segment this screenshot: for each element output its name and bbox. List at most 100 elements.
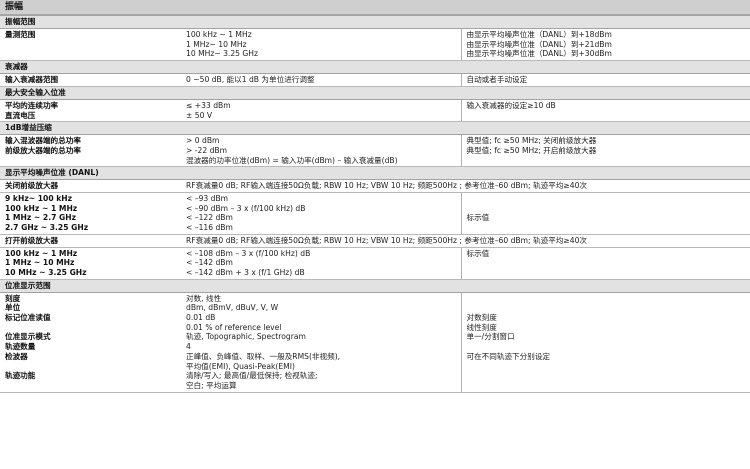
- label-line: 关闭前级放大器: [5, 181, 59, 191]
- value-line: < –116 dBm: [186, 223, 233, 233]
- section-header-amplitude-range: 振幅范围: [0, 15, 750, 29]
- table-row: 量测范围 100 kHz ~ 1 MHz 1 MHz~ 10 MHz 10 MH…: [0, 28, 750, 62]
- condition-line: RF衰减量0 dB; RF输入端连接50Ω负载; RBW 10 Hz; VBW …: [186, 235, 587, 245]
- label-line: 1 MHz ~ 10 MHz: [5, 258, 75, 268]
- value-line: < –142 dBm: [186, 258, 233, 268]
- value-line: 0 ~50 dB, 能以1 dB 为单位进行调整: [186, 75, 315, 85]
- value-line: 10 MHz~ 3.25 GHz: [186, 49, 259, 59]
- row-value: 100 kHz ~ 1 MHz 1 MHz~ 10 MHz 10 MHz~ 3.…: [181, 28, 462, 62]
- row-note: 对数刻度 线性刻度 单一/分割窗口 可在不同轨迹下分别设定: [461, 292, 750, 393]
- note-line: 标示值: [466, 213, 490, 223]
- note-line: 可在不同轨迹下分别设定: [466, 351, 551, 361]
- section-header-1db-compression: 1dB增益压缩: [0, 121, 750, 136]
- value-line: 对数, 线性: [186, 293, 222, 303]
- note-line: 典型值; fc ≥50 MHz; 开启前级放大器: [466, 145, 597, 155]
- section-title: 最大安全输入位准: [0, 85, 750, 100]
- row-value: < –93 dBm < –90 dBm – 3 x (f/100 kHz) dB…: [181, 192, 462, 235]
- spec-sheet: 振幅 振幅范围 量测范围 100 kHz ~ 1 MHz 1 MHz~ 10 M…: [0, 0, 750, 469]
- value-line: < –93 dBm: [186, 194, 229, 204]
- label-line: 标记位准读值: [5, 313, 51, 323]
- value-line: ± 50 V: [186, 110, 213, 120]
- note-line: [467, 294, 747, 304]
- note-line: 标示值: [466, 248, 490, 258]
- label-line: 刻度: [5, 293, 21, 303]
- label-line: 检波器: [5, 351, 28, 361]
- row-note: 自动或者手动设定: [461, 73, 750, 87]
- row-value: < –108 dBm – 3 x (f/100 kHz) dB < –142 d…: [181, 247, 462, 280]
- table-row: 刻度 单位 标记位准读值 位准显示模式 轨迹数量 检波器 轨迹功能 对数, 线性…: [0, 292, 750, 393]
- section-title: 位准显示范围: [0, 278, 750, 293]
- row-label: 输入衰减器范围: [0, 73, 181, 87]
- label-line: 100 kHz ~ 1 MHz: [5, 248, 78, 258]
- section-header-attenuator: 衰减器: [0, 60, 750, 75]
- value-line: > 0 dBm: [186, 136, 220, 146]
- note-line: 对数刻度: [466, 313, 497, 323]
- value-line: 0.01 % of reference level: [186, 322, 282, 332]
- row-label: 刻度 单位 标记位准读值 位准显示模式 轨迹数量 检波器 轨迹功能: [0, 292, 181, 393]
- note-line: [467, 342, 747, 352]
- label-line: [5, 323, 177, 333]
- label-line: [5, 381, 177, 391]
- value-line: < –108 dBm – 3 x (f/100 kHz) dB: [186, 248, 311, 258]
- label-line: 9 kHz~ 100 kHz: [5, 194, 73, 204]
- table-row: 平均的连续功率 直流电压 ≤ +33 dBm ± 50 V 输入衰减器的设定≥1…: [0, 99, 750, 123]
- value-line: 1 MHz~ 10 MHz: [186, 39, 247, 49]
- row-value: 0 ~50 dB, 能以1 dB 为单位进行调整: [181, 73, 462, 87]
- row-note: 输入衰减器的设定≥10 dB: [461, 99, 750, 123]
- value-line: 清除/写入; 最高值/最低保持; 检视轨迹;: [186, 371, 318, 381]
- table-row: 100 kHz ~ 1 MHz 1 MHz ~ 10 MHz 10 MHz ~ …: [0, 247, 750, 280]
- label-line: 打开前级放大器: [5, 235, 59, 245]
- value-line: < –122 dBm: [186, 213, 233, 223]
- note-line: 由显示平均噪声位准（DANL）到+21dBm: [466, 39, 612, 49]
- label-line: 轨迹数量: [5, 342, 36, 352]
- value-line: 轨迹, Topographic, Spectrogram: [186, 332, 306, 342]
- label-line: 1 MHz ~ 2.7 GHz: [5, 213, 77, 223]
- section-title: 衰减器: [0, 60, 750, 75]
- page-title: 振幅: [0, 0, 750, 15]
- label-line: 10 MHz ~ 3.25 GHz: [5, 267, 87, 277]
- value-line: 4: [186, 342, 191, 352]
- note-line: 由显示平均噪声位准（DANL）到+18dBm: [466, 30, 612, 39]
- section-header-max-safe-input: 最大安全输入位准: [0, 85, 750, 100]
- row-label: 关闭前级放大器: [0, 179, 181, 194]
- value-line: ≤ +33 dBm: [186, 100, 231, 110]
- label-line: 100 kHz ~ 1 MHz: [5, 203, 78, 213]
- row-label: 平均的连续功率 直流电压: [0, 99, 181, 123]
- note-line: 由显示平均噪声位准（DANL）到+30dBm: [466, 49, 612, 59]
- label-line: 轨迹功能: [5, 371, 36, 381]
- spec-table: 振幅范围 量测范围 100 kHz ~ 1 MHz 1 MHz~ 10 MHz …: [0, 15, 750, 393]
- label-line: 平均的连续功率: [5, 100, 59, 110]
- condition-line: RF衰减量0 dB; RF输入端连接50Ω负载; RBW 10 Hz; VBW …: [186, 181, 587, 191]
- label-line: 量测范围: [5, 30, 36, 39]
- section-header-level-display: 位准显示范围: [0, 278, 750, 293]
- note-line: [467, 204, 747, 214]
- note-line: [467, 194, 747, 204]
- note-line: 输入衰减器的设定≥10 dB: [466, 100, 556, 110]
- label-line: 单位: [5, 303, 21, 313]
- row-value: > 0 dBm > -22 dBm 混波器的功率位准(dBm) = 输入功率(d…: [181, 134, 462, 168]
- value-line: 平均值(EMI), Quasi-Peak(EMI): [186, 361, 295, 371]
- table-row: 输入混波器端的总功率 前级放大器端的总功率 > 0 dBm > -22 dBm …: [0, 134, 750, 168]
- label-line: 直流电压: [5, 110, 36, 120]
- table-row: 输入衰减器范围 0 ~50 dB, 能以1 dB 为单位进行调整 自动或者手动设…: [0, 73, 750, 87]
- note-line: 单一/分割窗口: [466, 332, 515, 342]
- row-value: 对数, 线性 dBm, dBmV, dBuV, V, W 0.01 dB 0.0…: [181, 292, 462, 393]
- label-line: [5, 362, 177, 372]
- value-line: 100 kHz ~ 1 MHz: [186, 30, 252, 39]
- section-title: 振幅范围: [0, 15, 750, 29]
- note-line: [467, 303, 747, 313]
- value-line: < –142 dBm + 3 x (f/1 GHz) dB: [186, 267, 305, 277]
- table-row: 9 kHz~ 100 kHz 100 kHz ~ 1 MHz 1 MHz ~ 2…: [0, 192, 750, 235]
- value-line: > -22 dBm: [186, 145, 228, 155]
- note-line: 线性刻度: [466, 322, 497, 332]
- section-title: 显示平均噪声位准 (DANL): [0, 166, 750, 181]
- note-line: 自动或者手动设定: [466, 75, 528, 85]
- row-note: 由显示平均噪声位准（DANL）到+18dBm 由显示平均噪声位准（DANL）到+…: [461, 28, 750, 62]
- value-line: 0.01 dB: [186, 313, 216, 323]
- value-line: < –90 dBm – 3 x (f/100 kHz) dB: [186, 203, 306, 213]
- section-title: 1dB增益压缩: [0, 121, 750, 136]
- row-label: 输入混波器端的总功率 前级放大器端的总功率: [0, 134, 181, 168]
- value-line: 混波器的功率位准(dBm) = 输入功率(dBm) – 输入衰减量(dB): [186, 155, 398, 165]
- label-line: 前级放大器端的总功率: [5, 145, 81, 155]
- section-header-danl: 显示平均噪声位准 (DANL): [0, 166, 750, 181]
